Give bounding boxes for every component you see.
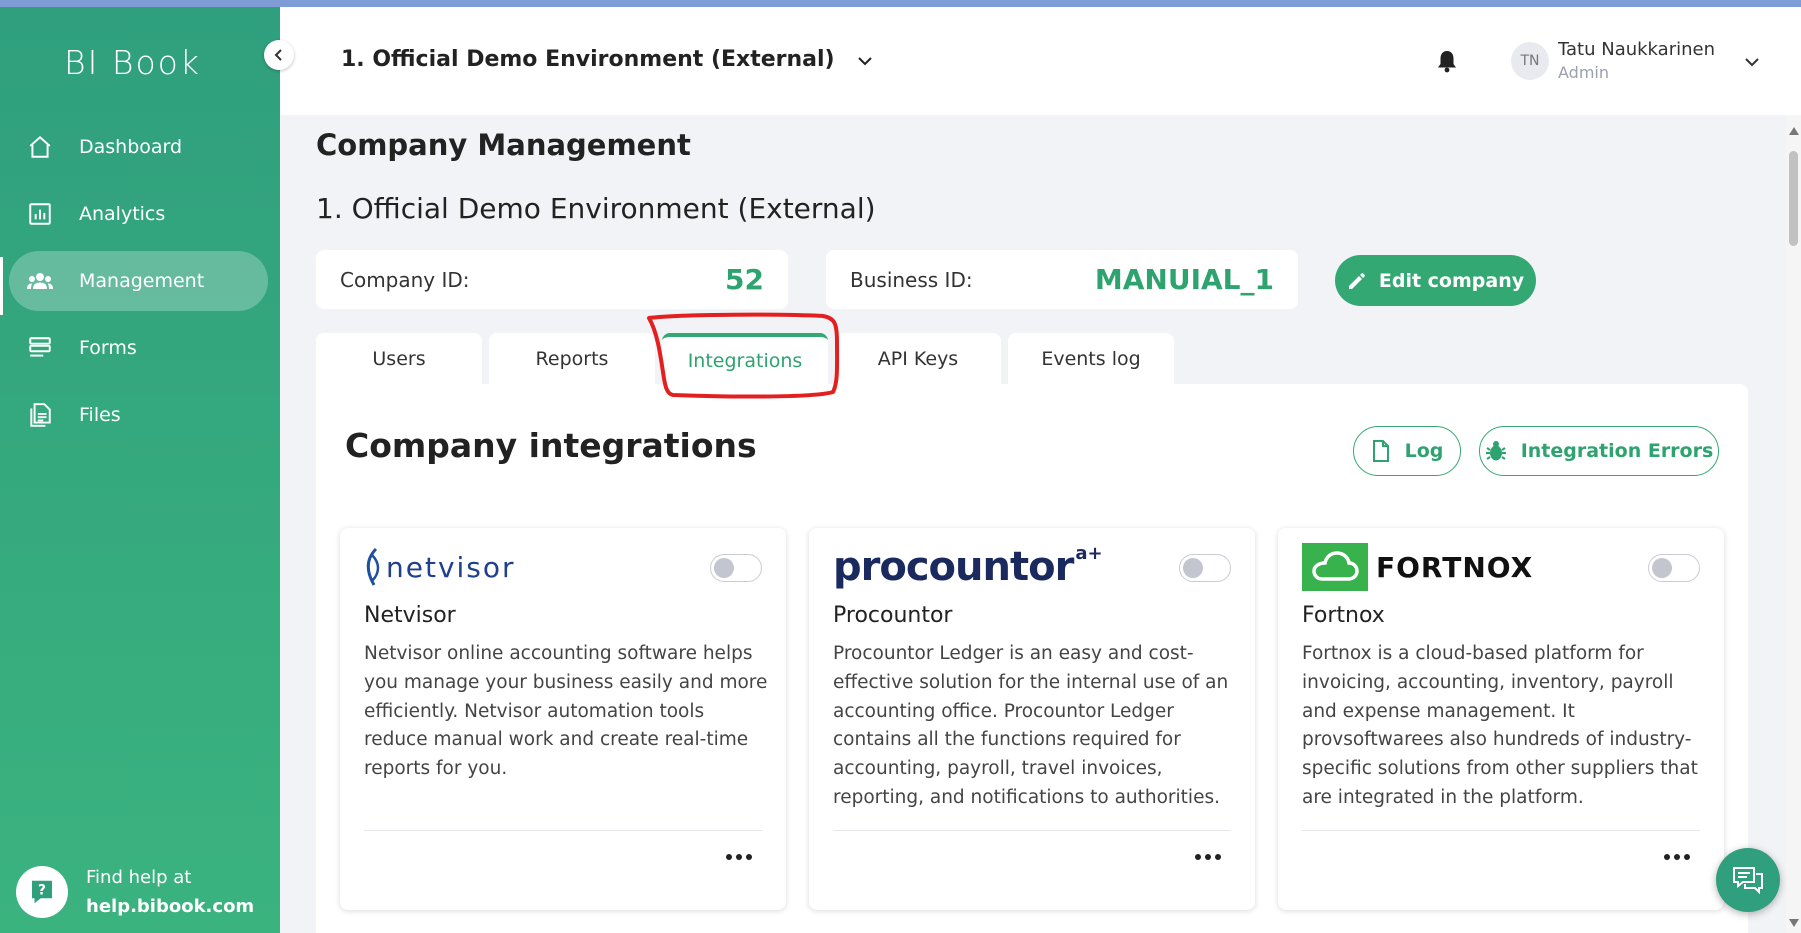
integration-description: Procountor Ledger is an easy and cost-ef… [833, 643, 1229, 808]
svg-text:?: ? [38, 883, 46, 899]
procountor-logo: procountor a+ [833, 542, 1103, 592]
integration-description: Netvisor online accounting software help… [364, 643, 768, 780]
netvisor-wordmark: netvisor [386, 550, 516, 584]
business-id-card: Business ID: MANUIAL_1 [826, 250, 1298, 309]
sidebar-item-files[interactable]: Files [9, 385, 268, 445]
sidebar-item-label: Analytics [79, 203, 166, 225]
fortnox-toggle[interactable] [1648, 554, 1700, 582]
vertical-scrollbar[interactable] [1786, 115, 1801, 933]
netvisor-toggle[interactable] [710, 554, 762, 582]
collapse-sidebar-button[interactable] [264, 40, 294, 70]
chat-support-button[interactable] [1716, 848, 1780, 912]
business-id-value: MANUIAL_1 [1094, 263, 1274, 296]
home-icon [25, 132, 55, 162]
sidebar-item-label: Forms [79, 337, 137, 359]
top-header: 1. Official Demo Environment (External) … [280, 7, 1801, 115]
sidebar-item-dashboard[interactable]: Dashboard [9, 117, 268, 177]
bar-chart-icon [25, 199, 55, 229]
integration-name: Fortnox [1302, 603, 1385, 628]
company-id-card: Company ID: 52 [316, 250, 788, 309]
active-indicator [0, 257, 3, 315]
tab-integrations[interactable]: Integrations [662, 333, 828, 385]
log-button[interactable]: Log [1353, 426, 1461, 476]
sidebar-item-analytics[interactable]: Analytics [9, 184, 268, 244]
environment-name: 1. Official Demo Environment (External) [341, 47, 835, 72]
avatar[interactable]: TN [1511, 42, 1549, 80]
scroll-down-icon[interactable] [1789, 919, 1799, 927]
integration-name: Procountor [833, 603, 953, 628]
files-icon [25, 400, 55, 430]
integration-errors-button[interactable]: Integration Errors [1479, 426, 1719, 476]
integration-name: Netvisor [364, 603, 456, 628]
card-divider [1302, 830, 1700, 831]
users-icon [25, 266, 55, 296]
integration-errors-label: Integration Errors [1520, 440, 1714, 462]
panel-title: Company integrations [345, 426, 757, 465]
integration-card-procountor: procountor a+ Procountor Procountor Ledg… [809, 528, 1255, 910]
user-role: Admin [1558, 63, 1609, 82]
more-options-icon[interactable] [726, 854, 752, 860]
user-name[interactable]: Tatu Naukkarinen [1558, 39, 1715, 60]
sidebar-item-label: Files [79, 404, 121, 426]
integration-description: Fortnox is a cloud-based platform for in… [1302, 643, 1698, 808]
tab-users[interactable]: Users [316, 333, 482, 385]
fortnox-wordmark: FORTNOX [1376, 550, 1534, 584]
bug-icon [1485, 439, 1507, 463]
tab-api-keys[interactable]: API Keys [835, 333, 1001, 385]
log-button-label: Log [1404, 440, 1444, 462]
card-divider [364, 830, 762, 831]
sidebar-item-management[interactable]: Management [9, 251, 268, 311]
top-accent-strip [0, 0, 1801, 7]
sidebar-item-forms[interactable]: Forms [9, 318, 268, 378]
sidebar: BI Book Dashboard Analytics Management F… [0, 7, 280, 933]
help-link[interactable]: ? Find help at help.bibook.com [16, 863, 254, 921]
pencil-icon [1347, 271, 1367, 291]
business-id-label: Business ID: [850, 267, 973, 292]
forms-icon [25, 333, 55, 363]
scroll-up-icon[interactable] [1789, 127, 1799, 135]
help-line1: Find help at [86, 867, 192, 888]
procountor-wordmark: procountor [833, 544, 1074, 590]
integrations-panel: Company integrations Log Integration Err… [316, 384, 1748, 933]
company-id-value: 52 [725, 263, 764, 296]
tab-reports[interactable]: Reports [489, 333, 655, 385]
user-menu-chevron-icon[interactable] [1744, 52, 1760, 71]
document-icon [1371, 439, 1391, 463]
help-url: help.bibook.com [86, 896, 255, 917]
edit-company-label: Edit company [1378, 269, 1525, 292]
sidebar-item-label: Dashboard [79, 136, 183, 158]
integration-card-netvisor: netvisor Netvisor Netvisor online accoun… [340, 528, 786, 910]
card-divider [833, 830, 1231, 831]
scrollbar-thumb[interactable] [1789, 151, 1798, 246]
integration-card-fortnox: FORTNOX Fortnox Fortnox is a cloud-based… [1278, 528, 1724, 910]
toggle-knob [1183, 558, 1203, 578]
tab-events-log[interactable]: Events log [1008, 333, 1174, 385]
cloud-icon [1302, 543, 1368, 591]
more-options-icon[interactable] [1664, 854, 1690, 860]
page-title: Company Management [316, 128, 691, 162]
company-name: 1. Official Demo Environment (External) [316, 192, 876, 225]
help-chat-icon: ? [16, 866, 68, 918]
chevron-left-icon [274, 49, 282, 61]
app-logo[interactable]: BI Book [64, 43, 201, 82]
chevron-down-icon [857, 47, 873, 72]
environment-selector[interactable]: 1. Official Demo Environment (External) [341, 47, 873, 72]
notifications-bell-icon[interactable] [1436, 49, 1458, 77]
procountor-toggle[interactable] [1179, 554, 1231, 582]
procountor-logo-superscript: a+ [1075, 542, 1103, 564]
help-text: Find help at help.bibook.com [86, 863, 254, 921]
more-options-icon[interactable] [1195, 854, 1221, 860]
netvisor-logo: netvisor [364, 542, 516, 592]
sidebar-nav: Dashboard Analytics Management Forms Fil… [9, 117, 268, 452]
sidebar-item-label: Management [79, 270, 205, 292]
company-id-label: Company ID: [340, 267, 470, 292]
fortnox-logo: FORTNOX [1302, 542, 1533, 592]
toggle-knob [714, 558, 734, 578]
toggle-knob [1652, 558, 1672, 578]
edit-company-button[interactable]: Edit company [1335, 255, 1536, 306]
chat-icon [1733, 867, 1763, 895]
